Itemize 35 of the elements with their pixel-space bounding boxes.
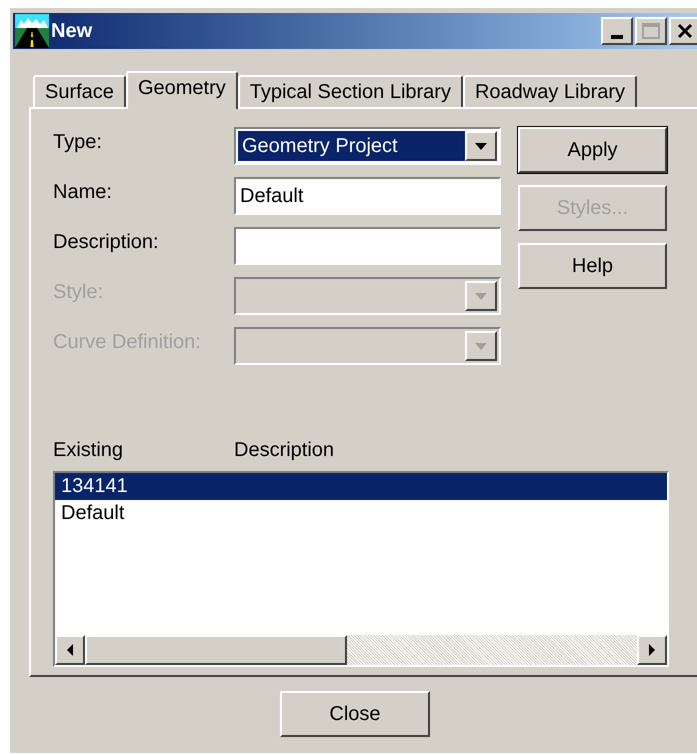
list-item[interactable]: 134141 bbox=[55, 473, 667, 500]
dropdown-arrow-icon bbox=[475, 142, 487, 150]
tab[interactable]: Surface bbox=[33, 75, 126, 107]
field-label: Type: bbox=[53, 130, 103, 155]
dropdown-arrow-icon bbox=[475, 292, 487, 300]
side-button[interactable]: Help bbox=[518, 243, 667, 289]
text-field[interactable]: Default bbox=[234, 177, 501, 215]
side-button[interactable]: Apply bbox=[518, 127, 667, 173]
dropdown[interactable]: Geometry Project bbox=[234, 127, 501, 165]
left-arrow-icon bbox=[67, 644, 73, 656]
field-label: Name: bbox=[53, 180, 113, 205]
scrollbar-thumb[interactable] bbox=[85, 635, 347, 665]
minimize-icon bbox=[611, 35, 623, 39]
text-field[interactable] bbox=[234, 227, 501, 265]
maximize-icon bbox=[642, 23, 660, 39]
field-label: Description: bbox=[53, 230, 160, 255]
tab[interactable]: Geometry bbox=[126, 71, 238, 109]
column-header: Description bbox=[234, 438, 334, 463]
minimize-button[interactable] bbox=[601, 17, 633, 45]
horizontal-scrollbar[interactable] bbox=[55, 635, 667, 665]
close-icon bbox=[677, 23, 693, 39]
scroll-left-button[interactable] bbox=[55, 635, 85, 665]
close-button[interactable]: Close bbox=[280, 691, 430, 737]
list-item[interactable]: Default bbox=[55, 500, 667, 527]
road-icon bbox=[15, 14, 49, 48]
column-header: Existing bbox=[53, 438, 124, 463]
maximize-button[interactable] bbox=[635, 17, 667, 45]
dropdown-arrow-icon bbox=[475, 342, 487, 350]
tab[interactable]: Typical Section Library bbox=[238, 75, 463, 107]
scroll-right-button[interactable] bbox=[637, 635, 667, 665]
close-window-button[interactable] bbox=[669, 17, 697, 45]
tab[interactable]: Roadway Library bbox=[462, 75, 638, 107]
right-arrow-icon bbox=[649, 644, 655, 656]
dropdown-value: Geometry Project bbox=[242, 134, 398, 159]
window-title: New bbox=[51, 19, 92, 44]
